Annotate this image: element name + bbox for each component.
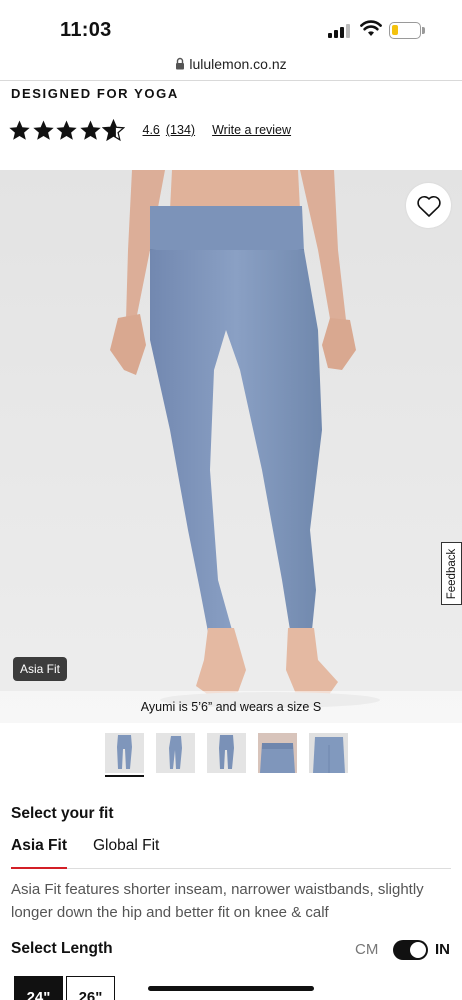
rating-value-link[interactable]: 4.6 [143,123,160,137]
thumbnail[interactable] [258,733,297,773]
wifi-icon [360,20,382,36]
half-star-icon [102,118,125,141]
battery-nub [422,27,425,34]
length-heading: Select Length [11,940,113,957]
wishlist-button[interactable] [406,183,451,228]
star-icon [9,119,30,140]
model-photo [0,170,462,723]
thumbnail-selected-indicator [105,775,144,777]
lock-icon [176,57,185,70]
tab-divider [11,868,451,869]
review-count-link[interactable]: (134) [166,123,195,137]
thumbnail[interactable] [156,733,195,773]
tab-global-fit[interactable]: Global Fit [93,837,159,855]
feedback-label: Feedback [445,548,458,599]
length-option-24[interactable]: 24" [14,976,63,1000]
length-row: Select Length CM IN [11,940,451,962]
address-bar[interactable]: lululemon.co.nz [0,56,462,80]
activity-label: DESIGNED FOR YOGA [11,86,179,101]
star-rating [8,118,126,142]
fit-description: Asia Fit features shorter inseam, narrow… [11,881,424,921]
signal-icon [328,24,350,38]
unit-toggle[interactable] [393,940,428,960]
divider [0,80,462,81]
feedback-tab[interactable]: Feedback [441,542,462,605]
status-time: 11:03 [60,19,112,41]
active-tab-indicator [11,867,67,869]
star-icon [56,119,77,140]
model-caption: Ayumi is 5’6” and wears a size S [0,691,462,723]
star-icon [79,119,101,140]
thumbnail[interactable] [309,733,348,773]
product-image[interactable]: Feedback Asia Fit Ayumi is 5’6” and wear… [0,170,462,723]
home-indicator [148,986,314,991]
url-text: lululemon.co.nz [189,56,287,72]
heart-icon [416,195,441,217]
star-icon [32,119,54,140]
thumbnail-strip [0,731,462,779]
fit-tabs: Asia Fit Global Fit [11,837,451,869]
toggle-knob [410,942,426,958]
unit-cm-label[interactable]: CM [355,941,378,958]
unit-in-label[interactable]: IN [435,941,450,958]
status-bar: 11:03 [0,0,462,56]
thumbnail[interactable] [207,733,246,773]
rating-row: 4.6 (134) Write a review [8,117,291,143]
fit-badge: Asia Fit [13,657,68,681]
length-option-26[interactable]: 26" [66,976,115,1000]
battery-icon [389,22,421,39]
fit-heading: Select your fit [11,805,114,822]
write-review-link[interactable]: Write a review [212,123,291,137]
thumbnail[interactable] [105,733,144,773]
battery-level [392,25,398,35]
tab-asia-fit[interactable]: Asia Fit [11,837,67,855]
